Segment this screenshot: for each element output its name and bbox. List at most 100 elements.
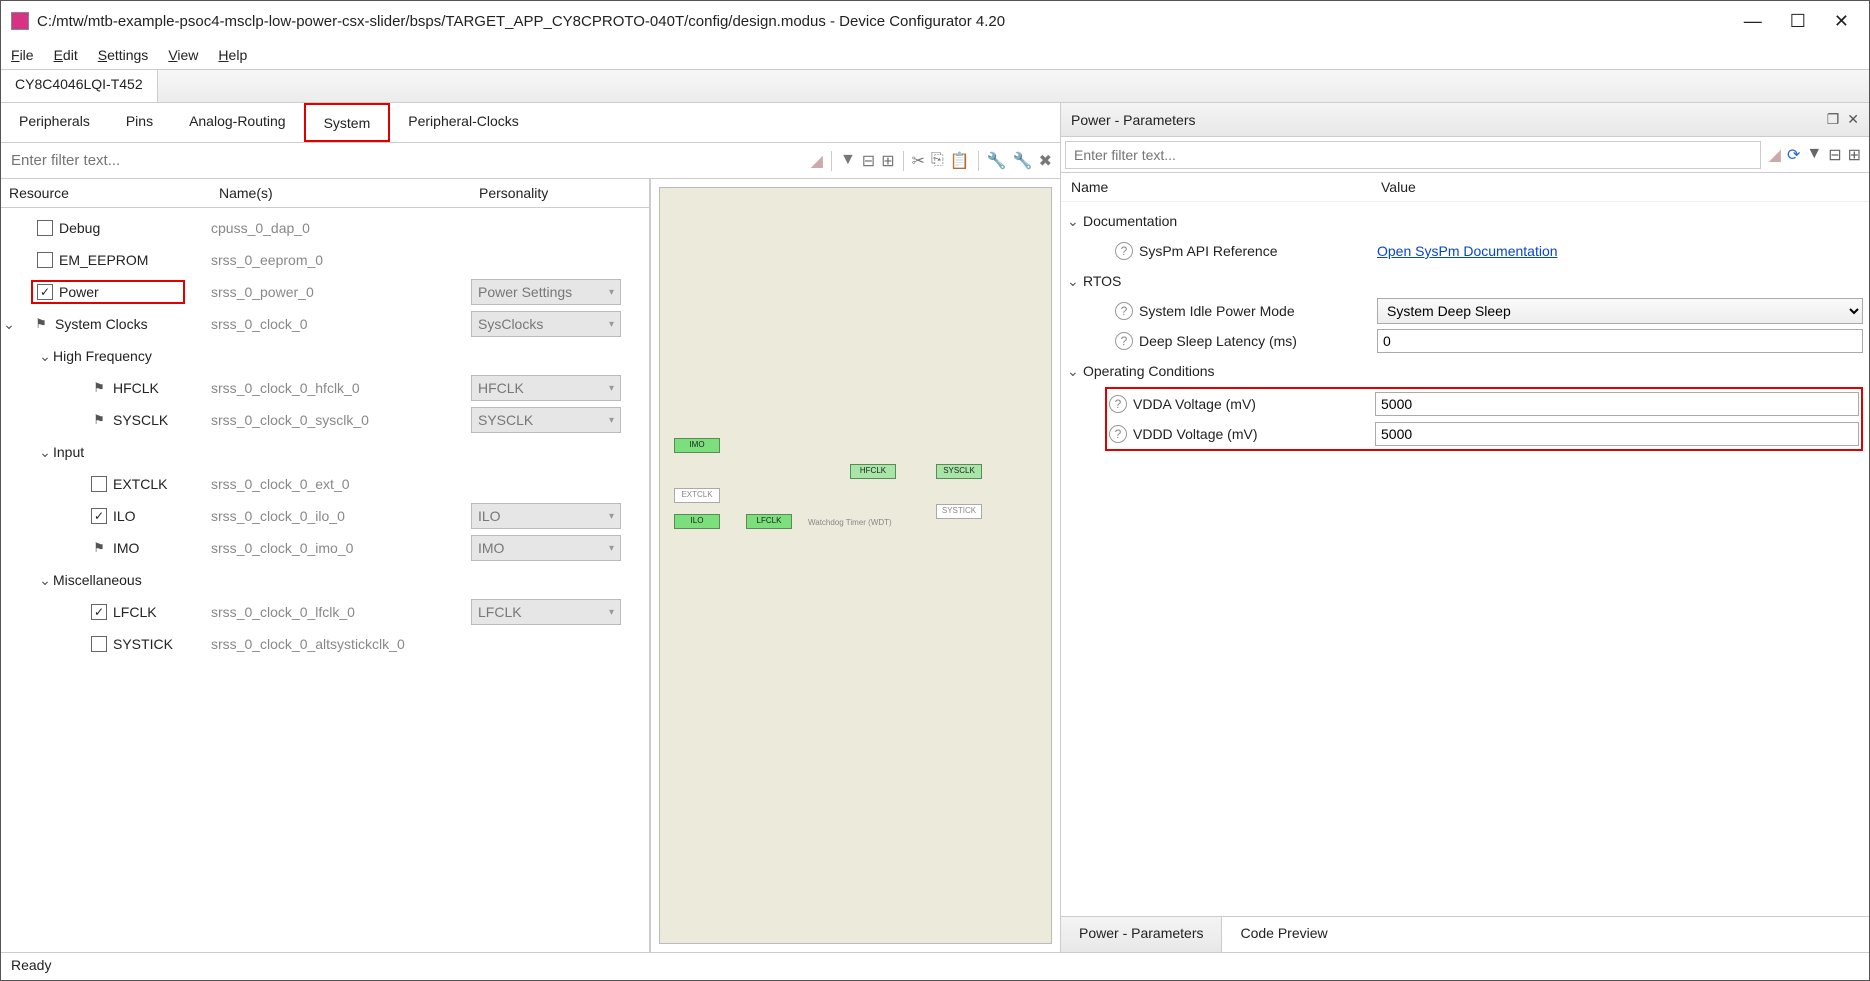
syspm-doc-link[interactable]: Open SysPm Documentation bbox=[1377, 243, 1558, 259]
left-panel: Peripherals Pins Analog-Routing System P… bbox=[1, 103, 1061, 952]
row-system-clocks[interactable]: ⌄⚑System Clocks srss_0_clock_0 SysClocks… bbox=[1, 308, 649, 340]
idle-power-mode-select[interactable]: System Deep Sleep bbox=[1377, 298, 1863, 324]
row-sysclk[interactable]: ⚑SYSCLK srss_0_clock_0_sysclk_0 SYSCLK▾ bbox=[1, 404, 649, 436]
menu-view[interactable]: View bbox=[168, 47, 198, 63]
lock-icon: ⚑ bbox=[91, 540, 107, 556]
tab-peripherals[interactable]: Peripherals bbox=[1, 103, 108, 142]
menu-settings[interactable]: Settings bbox=[98, 47, 149, 63]
right-filter-input[interactable] bbox=[1065, 141, 1761, 169]
cut-icon[interactable]: ✂ bbox=[912, 151, 925, 171]
header-names: Name(s) bbox=[211, 179, 471, 207]
chevron-input[interactable]: ⌄ bbox=[37, 444, 53, 461]
chevron-system-clocks[interactable]: ⌄ bbox=[1, 316, 17, 333]
row-misc[interactable]: ⌄Miscellaneous bbox=[1, 564, 649, 596]
deep-sleep-latency-input[interactable] bbox=[1377, 329, 1863, 353]
group-rtos[interactable]: ⌄RTOS bbox=[1061, 266, 1869, 296]
maximize-button[interactable]: ☐ bbox=[1790, 11, 1806, 32]
row-idle-power-mode: ?System Idle Power Mode System Deep Slee… bbox=[1061, 296, 1869, 326]
refresh-icon[interactable]: ⟳ bbox=[1787, 145, 1800, 165]
personality-imo[interactable]: IMO▾ bbox=[471, 535, 621, 561]
chevron-misc[interactable]: ⌄ bbox=[37, 572, 53, 589]
close-panel-icon[interactable]: ✕ bbox=[1847, 111, 1859, 128]
header-value: Value bbox=[1381, 179, 1416, 195]
right-panel-title-bar: Power - Parameters ❐ ✕ bbox=[1061, 103, 1869, 137]
personality-ilo[interactable]: ILO▾ bbox=[471, 503, 621, 529]
checkbox-lfclk[interactable]: ✓ bbox=[91, 604, 107, 620]
vddd-voltage-input[interactable] bbox=[1375, 422, 1859, 446]
left-filter-input[interactable] bbox=[1, 146, 803, 175]
personality-sysclocks[interactable]: SysClocks▾ bbox=[471, 311, 621, 337]
lock-icon: ⚑ bbox=[91, 380, 107, 396]
delete-icon[interactable]: ✖ bbox=[1039, 151, 1052, 171]
paste-icon[interactable]: 📋 bbox=[950, 151, 970, 171]
row-hfclk[interactable]: ⚑HFCLK srss_0_clock_0_hfclk_0 HFCLK▾ bbox=[1, 372, 649, 404]
app-icon bbox=[11, 12, 29, 30]
personality-lfclk[interactable]: LFCLK▾ bbox=[471, 599, 621, 625]
copy-icon[interactable]: ⎘ bbox=[931, 151, 944, 171]
row-input[interactable]: ⌄Input bbox=[1, 436, 649, 468]
header-name: Name bbox=[1071, 179, 1381, 195]
eraser-icon[interactable]: ◢ bbox=[811, 151, 823, 171]
collapse-icon[interactable]: ⊟ bbox=[862, 151, 875, 171]
personality-power[interactable]: Power Settings▾ bbox=[471, 279, 621, 305]
menu-help[interactable]: Help bbox=[218, 47, 247, 63]
vdda-voltage-input[interactable] bbox=[1375, 392, 1859, 416]
sub-tabs: Peripherals Pins Analog-Routing System P… bbox=[1, 103, 1060, 143]
row-power[interactable]: ✓Power srss_0_power_0 Power Settings▾ bbox=[1, 276, 649, 308]
help-icon[interactable]: ? bbox=[1115, 302, 1133, 320]
eraser-icon[interactable]: ◢ bbox=[1769, 145, 1781, 165]
row-debug[interactable]: Debug cpuss_0_dap_0 bbox=[1, 212, 649, 244]
window-title: C:/mtw/mtb-example-psoc4-msclp-low-power… bbox=[37, 13, 1744, 30]
filter-icon[interactable]: ▼ bbox=[840, 151, 856, 171]
group-documentation[interactable]: ⌄Documentation bbox=[1061, 206, 1869, 236]
personality-sysclk[interactable]: SYSCLK▾ bbox=[471, 407, 621, 433]
diagram-lfclk: LFCLK bbox=[746, 514, 792, 529]
help-icon[interactable]: ? bbox=[1109, 425, 1127, 443]
row-systick[interactable]: SYSTICK srss_0_clock_0_altsystickclk_0 bbox=[1, 628, 649, 660]
wrench-icon[interactable]: 🔧 bbox=[987, 151, 1007, 171]
filter-icon[interactable]: ▼ bbox=[1806, 145, 1822, 165]
group-operating-conditions[interactable]: ⌄Operating Conditions bbox=[1061, 356, 1869, 386]
right-panel-title: Power - Parameters bbox=[1071, 112, 1827, 128]
tab-peripheral-clocks[interactable]: Peripheral-Clocks bbox=[390, 103, 536, 142]
row-ilo[interactable]: ✓ILO srss_0_clock_0_ilo_0 ILO▾ bbox=[1, 500, 649, 532]
expand-icon[interactable]: ⊞ bbox=[881, 151, 894, 171]
tab-power-parameters[interactable]: Power - Parameters bbox=[1061, 917, 1222, 952]
header-resource: Resource bbox=[1, 179, 211, 207]
checkbox-extclk[interactable] bbox=[91, 476, 107, 492]
diagram-systick: SYSTICK bbox=[936, 504, 982, 519]
tab-pins[interactable]: Pins bbox=[108, 103, 171, 142]
expand-icon[interactable]: ⊞ bbox=[1848, 145, 1861, 165]
chevron-high-freq[interactable]: ⌄ bbox=[37, 348, 53, 365]
menu-bar: File Edit Settings View Help bbox=[1, 41, 1869, 69]
checkbox-ilo[interactable]: ✓ bbox=[91, 508, 107, 524]
row-imo[interactable]: ⚑IMO srss_0_clock_0_imo_0 IMO▾ bbox=[1, 532, 649, 564]
row-em-eeprom[interactable]: EM_EEPROM srss_0_eeprom_0 bbox=[1, 244, 649, 276]
chip-tab[interactable]: CY8C4046LQI-T452 bbox=[1, 70, 158, 102]
minimize-button[interactable]: — bbox=[1744, 11, 1762, 32]
row-lfclk[interactable]: ✓LFCLK srss_0_clock_0_lfclk_0 LFCLK▾ bbox=[1, 596, 649, 628]
help-icon[interactable]: ? bbox=[1115, 332, 1133, 350]
checkbox-em-eeprom[interactable] bbox=[37, 252, 53, 268]
menu-edit[interactable]: Edit bbox=[54, 47, 78, 63]
row-high-frequency[interactable]: ⌄High Frequency bbox=[1, 340, 649, 372]
diagram-imo: IMO bbox=[674, 438, 720, 453]
close-button[interactable]: ✕ bbox=[1834, 11, 1849, 32]
personality-hfclk[interactable]: HFCLK▾ bbox=[471, 375, 621, 401]
tab-code-preview[interactable]: Code Preview bbox=[1222, 917, 1345, 952]
undock-icon[interactable]: ❐ bbox=[1827, 111, 1840, 128]
row-extclk[interactable]: EXTCLK srss_0_clock_0_ext_0 bbox=[1, 468, 649, 500]
checkbox-debug[interactable] bbox=[37, 220, 53, 236]
diagram-sysclk: SYSCLK bbox=[936, 464, 982, 479]
help-icon[interactable]: ? bbox=[1109, 395, 1127, 413]
menu-file[interactable]: File bbox=[11, 47, 34, 63]
checkbox-power[interactable]: ✓ bbox=[37, 284, 53, 300]
tab-analog-routing[interactable]: Analog-Routing bbox=[171, 103, 304, 142]
checkbox-systick[interactable] bbox=[91, 636, 107, 652]
tab-system[interactable]: System bbox=[304, 103, 391, 142]
right-bottom-tabs: Power - Parameters Code Preview bbox=[1061, 916, 1869, 952]
row-vdda: ?VDDA Voltage (mV) bbox=[1107, 389, 1861, 419]
wrench2-icon[interactable]: 🔧 bbox=[1013, 151, 1033, 171]
collapse-icon[interactable]: ⊟ bbox=[1828, 145, 1841, 165]
help-icon[interactable]: ? bbox=[1115, 242, 1133, 260]
